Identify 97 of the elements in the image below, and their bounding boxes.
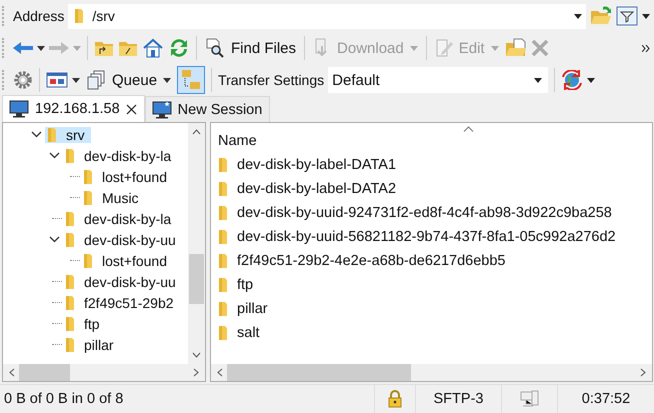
back-arrow-icon[interactable] [13, 41, 33, 55]
folder-icon [65, 316, 75, 332]
folder-icon [218, 325, 228, 341]
tree-toggle-button[interactable] [177, 66, 206, 94]
folder-icon [65, 210, 75, 226]
transfer-settings-dropdown[interactable]: Default [328, 67, 548, 93]
folder-icon [65, 148, 75, 164]
new-folder-icon[interactable] [504, 38, 527, 58]
folder-icon [218, 181, 228, 197]
folder-icon [65, 274, 75, 290]
home-icon[interactable] [142, 38, 164, 58]
elapsed-time: 0:37:52 [557, 385, 654, 413]
session-tab[interactable]: New Session [144, 96, 270, 122]
tree-item[interactable]: Music [81, 190, 145, 206]
session-tab[interactable]: 192.168.1.58 [2, 95, 145, 122]
sync-globe-icon[interactable] [561, 70, 584, 90]
edit-icon [434, 38, 453, 58]
folder-icon [83, 252, 93, 268]
refresh-icon[interactable] [168, 38, 190, 58]
folder-icon [218, 301, 228, 317]
scroll-left-icon[interactable] [9, 368, 15, 377]
tree-item[interactable]: lost+found [81, 252, 173, 268]
address-label: Address [13, 8, 64, 24]
scrollbar-thumb[interactable] [189, 254, 204, 304]
folder-icon [65, 232, 75, 248]
dropdown-icon[interactable] [37, 46, 45, 50]
file-row[interactable]: dev-disk-by-label-DATA2 [211, 177, 652, 201]
tree-item[interactable]: lost+found [81, 168, 173, 184]
folder-icon [218, 205, 228, 221]
folder-icon [218, 229, 228, 245]
file-row[interactable]: salt [211, 321, 652, 345]
computer-icon [152, 100, 172, 118]
column-header[interactable]: Name [218, 133, 257, 149]
folder-icon [83, 190, 93, 206]
folder-icon [74, 8, 84, 24]
protocol-label: SFTP-3 [415, 385, 501, 413]
file-row[interactable]: dev-disk-by-uuid-56821182-9b74-437f-8fa1-05c992a276d2 [211, 225, 652, 249]
scroll-right-icon[interactable] [193, 368, 199, 377]
parent-folder-icon[interactable] [94, 39, 114, 57]
dropdown-icon[interactable] [642, 14, 650, 18]
dropdown-icon[interactable] [587, 78, 596, 82]
scroll-down-icon[interactable] [192, 352, 201, 358]
queue-button[interactable]: Queue [84, 67, 174, 93]
file-row[interactable]: dev-disk-by-label-DATA1 [211, 153, 652, 177]
dropdown-icon [410, 46, 418, 50]
dropdown-icon [534, 78, 542, 82]
tree-item[interactable]: dev-disk-by-uu [63, 232, 182, 248]
sort-caret-icon [463, 126, 474, 132]
address-field[interactable]: /srv [68, 4, 586, 28]
tree-item[interactable]: dev-disk-by-la [63, 148, 178, 164]
transfer-settings-label: Transfer Settings [218, 72, 324, 88]
vertical-scrollbar[interactable] [188, 123, 205, 364]
folder-icon [83, 168, 93, 184]
search-document-icon [205, 38, 225, 58]
folder-icon [65, 294, 75, 310]
layout-icon[interactable] [46, 72, 68, 88]
dropdown-icon [163, 78, 172, 82]
close-icon[interactable] [126, 104, 137, 114]
folder-icon [65, 336, 75, 352]
expand-chevron-icon[interactable] [48, 236, 60, 243]
tree-item[interactable]: ftp [63, 316, 106, 332]
tree-item[interactable]: dev-disk-by-uu [63, 274, 182, 290]
scroll-up-icon[interactable] [192, 129, 201, 135]
folder-icon [218, 253, 228, 269]
horizontal-scrollbar[interactable] [211, 364, 652, 381]
tree-item[interactable]: dev-disk-by-la [63, 210, 178, 226]
tree-item[interactable]: f2f49c51-29b2 [63, 294, 180, 310]
more-icon[interactable] [642, 44, 650, 52]
queue-icon [86, 70, 106, 90]
expand-chevron-icon[interactable] [48, 152, 60, 159]
expand-chevron-icon[interactable] [30, 131, 42, 138]
computer-icon [9, 100, 29, 118]
scrollbar-thumb[interactable] [227, 364, 412, 381]
dropdown-icon [490, 46, 499, 50]
file-row[interactable]: pillar [211, 297, 652, 321]
tree-item[interactable]: pillar [63, 336, 120, 352]
file-row[interactable]: dev-disk-by-uuid-924731f2-ed8f-4c4f-ab98-3d922c9ba258 [211, 201, 652, 225]
tree-view-icon [181, 69, 202, 91]
network-icon [520, 390, 540, 408]
grip [2, 6, 7, 26]
tree-item[interactable]: srv [45, 126, 91, 142]
transfer-summary: 0 B of 0 B in 0 of 8 [3, 390, 124, 409]
dropdown-icon [574, 14, 582, 18]
file-row[interactable]: ftp [211, 273, 652, 297]
scrollbar-thumb[interactable] [19, 364, 70, 381]
folder-icon [218, 157, 228, 173]
file-row[interactable]: f2f49c51-29b2-4e2e-a68b-de6217d6ebb5 [211, 249, 652, 273]
horizontal-scrollbar[interactable] [3, 364, 205, 381]
settings-icon[interactable] [13, 70, 33, 90]
folder-icon [47, 126, 57, 142]
filter-icon[interactable] [616, 6, 638, 26]
folder-icon [218, 277, 228, 293]
dropdown-icon[interactable] [72, 78, 80, 82]
find-files-button[interactable]: Find Files [203, 35, 298, 61]
lock-icon [388, 390, 402, 408]
scroll-left-icon[interactable] [217, 368, 223, 377]
scroll-right-icon[interactable] [640, 368, 646, 377]
